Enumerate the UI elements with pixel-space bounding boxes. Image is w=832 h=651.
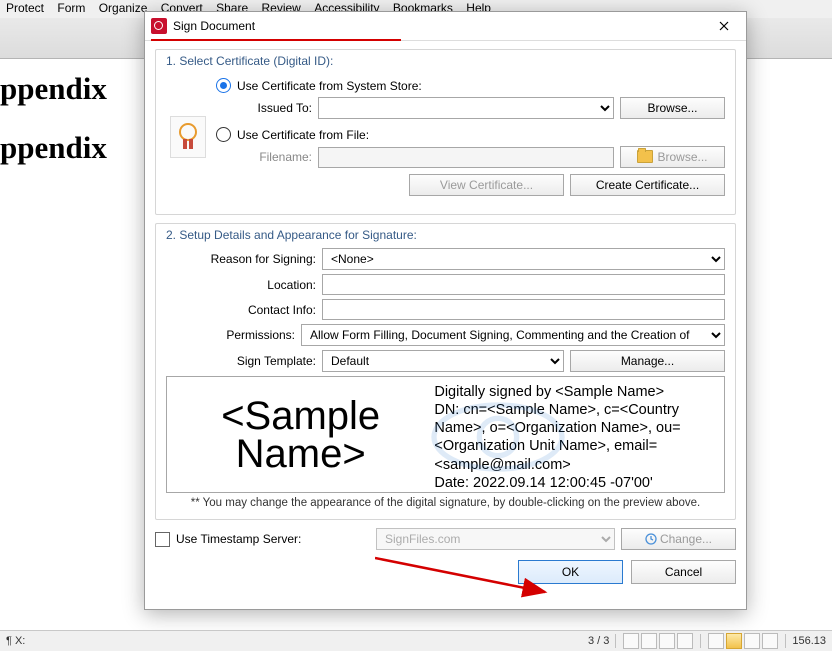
- signature-preview[interactable]: <Sample Name> Digitally signed by <Sampl…: [166, 376, 725, 493]
- contact-label: Contact Info:: [166, 303, 322, 317]
- manage-templates-button[interactable]: Manage...: [570, 350, 725, 372]
- layout-icon[interactable]: [762, 633, 778, 649]
- status-zoom: 156.13: [792, 635, 826, 647]
- layout-icon[interactable]: [708, 633, 724, 649]
- create-certificate-button[interactable]: Create Certificate...: [570, 174, 725, 196]
- radio-system-store[interactable]: [216, 78, 231, 93]
- radio-from-file-label: Use Certificate from File:: [237, 128, 369, 142]
- section-setup-details: 2. Setup Details and Appearance for Sign…: [155, 223, 736, 520]
- change-timestamp-button: Change...: [621, 528, 736, 550]
- status-bar: ¶ X: 3 / 3 156.13: [0, 630, 832, 651]
- section-select-certificate: 1. Select Certificate (Digital ID): Use …: [155, 49, 736, 215]
- template-label: Sign Template:: [166, 354, 322, 368]
- browse-system-button[interactable]: Browse...: [620, 97, 725, 119]
- close-button[interactable]: [706, 14, 742, 38]
- clock-icon: [645, 533, 657, 545]
- browse-file-button: Browse...: [620, 146, 725, 168]
- view-mode-icon[interactable]: [677, 633, 693, 649]
- section1-title: 1. Select Certificate (Digital ID):: [166, 54, 725, 68]
- use-timestamp-checkbox[interactable]: [155, 532, 170, 547]
- status-page: 3 / 3: [588, 635, 609, 647]
- change-label: Change...: [660, 532, 712, 546]
- app-icon: [151, 18, 167, 34]
- certificate-icon: [170, 116, 206, 158]
- dialog-titlebar: Sign Document: [145, 12, 746, 41]
- issued-to-label: Issued To:: [216, 101, 318, 115]
- view-certificate-button: View Certificate...: [409, 174, 564, 196]
- annotation-underline: [151, 39, 401, 41]
- doc-line: ppendix: [0, 119, 107, 178]
- cancel-button[interactable]: Cancel: [631, 560, 736, 584]
- doc-line: ppendix: [0, 60, 107, 119]
- radio-from-file[interactable]: [216, 127, 231, 142]
- view-mode-icon[interactable]: [659, 633, 675, 649]
- radio-system-store-label: Use Certificate from System Store:: [237, 79, 422, 93]
- preview-note: ** You may change the appearance of the …: [166, 497, 725, 509]
- status-xy: ¶ X:: [6, 635, 25, 647]
- layout-icon[interactable]: [744, 633, 760, 649]
- close-icon: [719, 21, 729, 31]
- permissions-label: Permissions:: [166, 328, 301, 342]
- reason-label: Reason for Signing:: [166, 252, 322, 266]
- dialog-footer: OK Cancel: [155, 560, 736, 584]
- menu-form[interactable]: Form: [57, 0, 95, 15]
- menu-protect[interactable]: Protect: [6, 0, 54, 15]
- document-background: ppendix ppendix: [0, 60, 107, 178]
- sign-document-dialog: Sign Document 1. Select Certificate (Dig…: [144, 11, 747, 610]
- filename-label: Filename:: [216, 150, 318, 164]
- layout-icon[interactable]: [726, 633, 742, 649]
- location-input[interactable]: [322, 274, 725, 295]
- timestamp-server-select: SignFiles.com: [376, 528, 615, 550]
- location-label: Location:: [166, 278, 322, 292]
- issued-to-select[interactable]: [318, 97, 614, 119]
- contact-input[interactable]: [322, 299, 725, 320]
- filename-input: [318, 147, 614, 168]
- timestamp-row: Use Timestamp Server: SignFiles.com Chan…: [155, 528, 736, 550]
- signature-name-display: <Sample Name>: [167, 377, 434, 492]
- section2-title: 2. Setup Details and Appearance for Sign…: [166, 228, 725, 242]
- ok-button[interactable]: OK: [518, 560, 623, 584]
- browse-file-label: Browse...: [657, 150, 707, 164]
- view-mode-icon[interactable]: [641, 633, 657, 649]
- watermark-eye-icon: [423, 397, 573, 477]
- template-select[interactable]: Default: [322, 350, 564, 372]
- permissions-select[interactable]: Allow Form Filling, Document Signing, Co…: [301, 324, 725, 346]
- dialog-title: Sign Document: [173, 19, 706, 33]
- use-timestamp-label: Use Timestamp Server:: [176, 532, 376, 546]
- folder-icon: [637, 150, 653, 163]
- view-mode-icon[interactable]: [623, 633, 639, 649]
- reason-select[interactable]: <None>: [322, 248, 725, 270]
